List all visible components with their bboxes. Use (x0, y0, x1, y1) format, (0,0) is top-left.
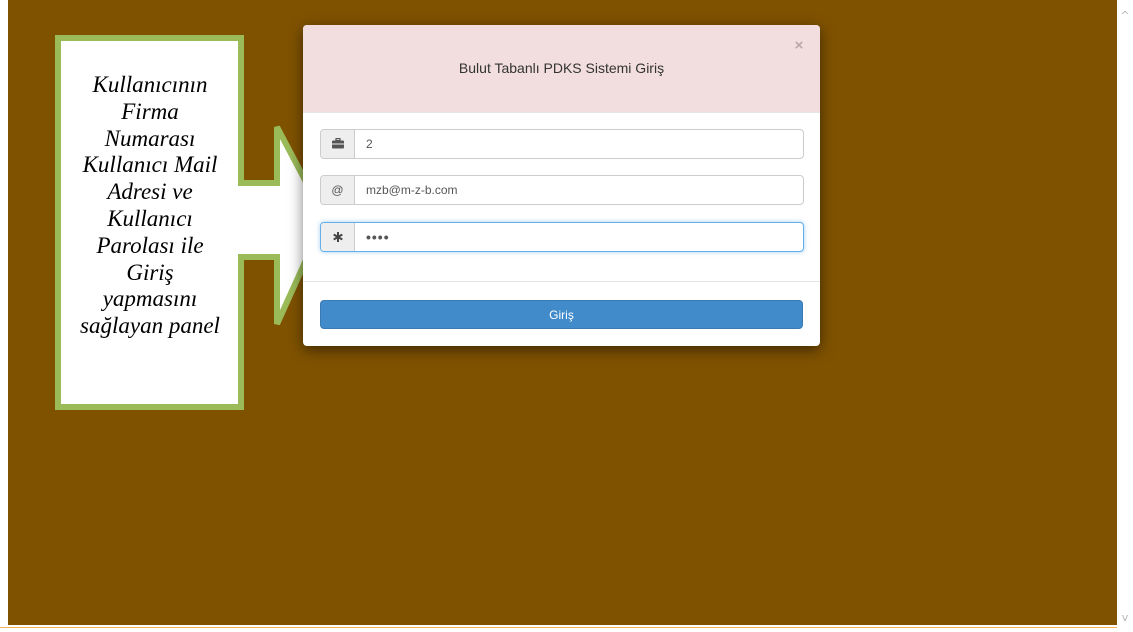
annotation-line: Giriş (126, 259, 174, 285)
scroll-up-arrow[interactable]: ^ (1117, 8, 1133, 24)
password-input[interactable]: •••• (355, 223, 803, 251)
annotation-line: Parolası ile (96, 232, 204, 258)
email-input-group: @ (320, 175, 804, 205)
annotation-line: Kullanıcı (107, 205, 193, 231)
annotation-line: Numarası (104, 125, 196, 151)
company-number-input-group (320, 129, 804, 159)
annotation-line: sağlayan panel (80, 313, 220, 339)
annotation-line: yapmasını (102, 286, 198, 312)
annotation-line: Adresi ve (107, 179, 193, 205)
annotation-line: Firma (121, 98, 179, 124)
annotation-line: Kullanıcının (92, 72, 208, 97)
asterisk-icon (321, 223, 355, 251)
email-input[interactable] (355, 176, 803, 204)
password-input-group: •••• (320, 222, 804, 252)
login-modal: Bulut Tabanlı PDKS Sistemi Giriş × @ (303, 25, 820, 346)
scroll-down-arrow[interactable]: v (1117, 610, 1133, 626)
annotation-line: Kullanıcı Mail (82, 152, 218, 178)
modal-footer-divider (303, 281, 820, 282)
at-sign-icon: @ (321, 176, 355, 204)
company-number-input[interactable] (355, 130, 803, 158)
modal-header: Bulut Tabanlı PDKS Sistemi Giriş × (303, 25, 820, 113)
briefcase-icon (321, 130, 355, 158)
vertical-scrollbar[interactable]: ^ v (1117, 0, 1133, 632)
annotation-callout-text: Kullanıcının Firma Numarası Kullanıcı Ma… (60, 72, 240, 372)
login-button[interactable]: Giriş (320, 300, 803, 329)
close-icon[interactable]: × (792, 37, 806, 54)
modal-title: Bulut Tabanlı PDKS Sistemi Giriş (458, 60, 665, 76)
page-bottom-border (0, 627, 1117, 628)
